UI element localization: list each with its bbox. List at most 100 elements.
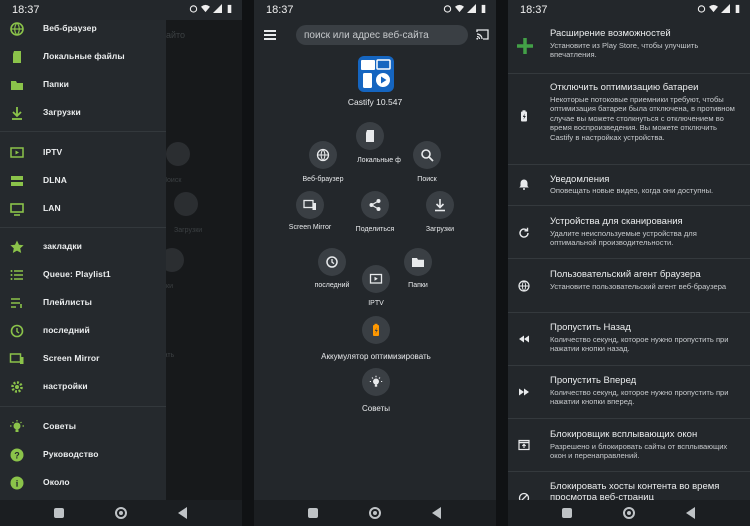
globe-icon xyxy=(10,22,24,36)
drawer-item-label: Веб-браузер xyxy=(43,23,97,33)
setting-title: Пропустить Назад xyxy=(550,322,631,333)
recent-label: последний xyxy=(314,282,350,289)
setting-desc: просмотра веб-страниц xyxy=(550,492,655,500)
globe-icon xyxy=(518,280,530,292)
drawer-item-label: Screen Mirror xyxy=(43,353,100,363)
wifi-icon xyxy=(455,4,464,13)
svg-text:?: ? xyxy=(14,451,20,461)
drawer-item-iptv[interactable]: IPTV xyxy=(0,140,166,166)
drawer-item-label: Папки xyxy=(43,79,69,89)
bell-icon xyxy=(519,179,529,190)
setting-desc: Удалите неиспользуемые устройства для оп… xyxy=(550,229,697,248)
drawer-item-recent[interactable]: последний xyxy=(0,318,166,344)
search-bar[interactable] xyxy=(296,25,468,45)
drawer-divider xyxy=(0,406,166,407)
drawer-item-label: IPTV xyxy=(43,147,63,157)
ghost-search-text: айто xyxy=(166,30,186,40)
share-button[interactable] xyxy=(361,191,389,219)
block-icon xyxy=(518,492,530,500)
setting-skip-back[interactable]: Пропустить Назад Количество секунд, кото… xyxy=(508,313,750,365)
ghost-label: Загрузки xyxy=(174,227,203,234)
system-nav-bar xyxy=(508,500,750,526)
local-files-button[interactable] xyxy=(356,122,384,150)
tips-label: Советы xyxy=(362,404,390,413)
drawer-item-dlna[interactable]: DLNA xyxy=(0,168,166,194)
setting-title: Расширение возможностей xyxy=(550,28,671,39)
home-button[interactable] xyxy=(115,507,127,519)
folders-button[interactable] xyxy=(404,248,432,276)
search-icon xyxy=(421,149,434,162)
setting-user-agent[interactable]: Пользовательский агент браузера Установи… xyxy=(508,259,750,312)
recents-button[interactable] xyxy=(54,508,64,518)
setting-title: Уведомления xyxy=(550,174,610,185)
back-button[interactable] xyxy=(686,507,695,519)
status-icons xyxy=(189,4,234,13)
alarm-icon xyxy=(189,5,198,13)
navigation-drawer: Веб-браузер Локальные файлы Папки Загруз… xyxy=(0,20,166,500)
setting-desc: Количество секунд, которое нужно пропуст… xyxy=(550,388,729,407)
iptv-button[interactable] xyxy=(362,265,390,293)
home-button[interactable] xyxy=(369,507,381,519)
drawer-item-bookmarks[interactable]: закладки xyxy=(0,234,166,260)
queue-icon xyxy=(10,270,23,280)
fast-forward-icon xyxy=(519,388,529,396)
drawer-item-guide[interactable]: ? Руководство xyxy=(0,442,166,468)
battery-status-icon xyxy=(735,4,740,13)
web-browser-button[interactable] xyxy=(309,141,337,169)
drawer-item-label: Плейлисты xyxy=(43,297,93,307)
history-icon xyxy=(326,256,338,268)
hamburger-menu-icon[interactable] xyxy=(264,30,276,40)
status-time: 18:37 xyxy=(12,4,40,16)
web-browser-label: Веб-браузер xyxy=(302,176,344,183)
drawer-item-settings[interactable]: настройки xyxy=(0,374,166,400)
tv-play-icon xyxy=(10,147,24,158)
castify-logo-icon xyxy=(361,59,391,88)
back-button[interactable] xyxy=(432,507,441,519)
drawer-item-label: Около xyxy=(43,477,70,487)
setting-skip-forward[interactable]: Пропустить Вперед Количество секунд, кот… xyxy=(508,366,750,418)
setting-popup-blocker[interactable]: Блокировщик всплывающих окон Разрешено и… xyxy=(508,419,750,471)
setting-block-hosts[interactable]: Блокировать хосты контента во время прос… xyxy=(508,472,750,500)
drawer-item-screen-mirror[interactable]: Screen Mirror xyxy=(0,346,166,372)
drawer-item-local-files[interactable]: Локальные файлы xyxy=(0,44,166,70)
battery-status-icon xyxy=(227,4,232,13)
star-icon xyxy=(10,240,24,253)
status-bar: 18:37 xyxy=(254,0,496,20)
home-button[interactable] xyxy=(623,507,635,519)
wifi-icon xyxy=(709,4,718,13)
drawer-item-playlists[interactable]: Плейлисты xyxy=(0,290,166,316)
setting-desc: Разрешено и блокировать сайты от всплыва… xyxy=(550,442,728,461)
downloads-button[interactable] xyxy=(426,191,454,219)
share-icon xyxy=(369,199,381,211)
setting-enhance[interactable]: Расширение возможностей Установите из Pl… xyxy=(508,22,750,72)
recent-button[interactable] xyxy=(318,248,346,276)
setting-scan-devices[interactable]: Устройства для сканирования Удалите неис… xyxy=(508,206,750,258)
iptv-label: IPTV xyxy=(368,300,384,307)
drawer-item-label: Queue: Playlist1 xyxy=(43,269,111,279)
status-icons xyxy=(443,4,488,13)
screen-mirror-label: Screen Mirror xyxy=(288,224,332,231)
cast-icon[interactable] xyxy=(476,29,489,40)
drawer-item-label: Руководство xyxy=(43,449,99,459)
drawer-item-downloads[interactable]: Загрузки xyxy=(0,100,166,126)
drawer-item-tips[interactable]: Советы xyxy=(0,414,166,440)
recents-button[interactable] xyxy=(562,508,572,518)
drawer-item-label: Советы xyxy=(43,421,77,431)
tips-button[interactable] xyxy=(362,368,390,396)
battery-optimize-button[interactable] xyxy=(362,316,390,344)
search-input[interactable] xyxy=(304,27,464,43)
drawer-item-folders[interactable]: Папки xyxy=(0,72,166,98)
back-button[interactable] xyxy=(178,507,187,519)
setting-notifications[interactable]: Уведомления Оповещать новые видео, когда… xyxy=(508,165,750,205)
drawer-item-about[interactable]: i Около xyxy=(0,470,166,496)
battery-icon xyxy=(373,323,379,336)
ghost-circle xyxy=(174,192,198,216)
setting-battery-optimization[interactable]: Отключить оптимизацию батареи Некоторые … xyxy=(508,74,750,164)
screen-mirror-button[interactable] xyxy=(296,191,324,219)
drawer-item-queue[interactable]: Queue: Playlist1 xyxy=(0,262,166,288)
alarm-icon xyxy=(443,5,452,13)
drawer-item-web-browser[interactable]: Веб-браузер xyxy=(0,16,166,42)
recents-button[interactable] xyxy=(308,508,318,518)
search-button[interactable] xyxy=(413,141,441,169)
drawer-item-lan[interactable]: LAN xyxy=(0,196,166,222)
